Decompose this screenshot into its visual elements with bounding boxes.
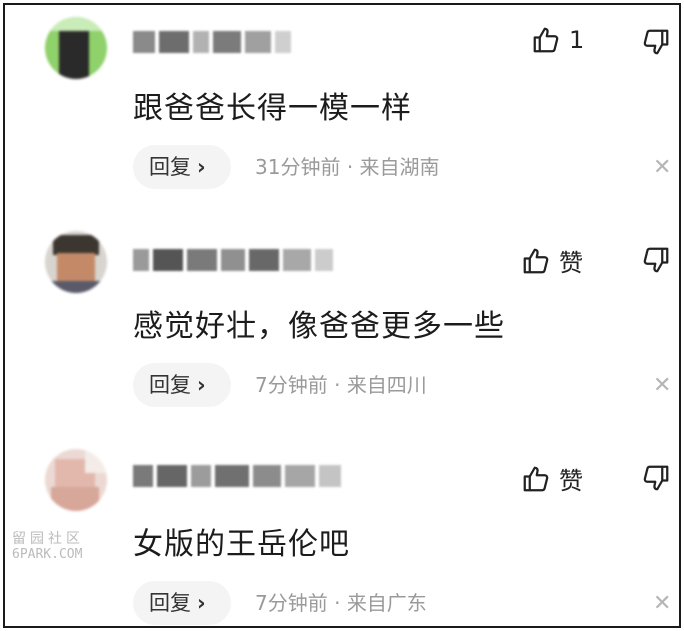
- comment-time: 7分钟前: [255, 373, 328, 397]
- thumbs-up-icon: [523, 466, 549, 491]
- comment-text: 跟爸爸长得一模一样: [133, 91, 412, 126]
- like-button[interactable]: 赞: [521, 461, 583, 496]
- reply-button[interactable]: 回复 ›: [133, 363, 231, 407]
- watermark-domain: 6PARK.COM: [12, 547, 83, 562]
- thumbs-down-icon: [643, 247, 669, 273]
- meta-separator: ·: [334, 373, 341, 397]
- meta-separator: ·: [346, 155, 354, 179]
- close-icon[interactable]: ✕: [653, 157, 671, 179]
- comment-location: 来自四川: [346, 373, 427, 397]
- thumbs-up-icon: [523, 248, 549, 273]
- avatar[interactable]: [45, 17, 107, 79]
- comment-meta: 31分钟前 · 来自湖南: [255, 145, 440, 189]
- like-button[interactable]: 1: [531, 25, 584, 55]
- comment-location: 来自湖南: [359, 155, 440, 179]
- username[interactable]: [133, 249, 333, 271]
- reply-button[interactable]: 回复 ›: [133, 581, 231, 625]
- avatar[interactable]: [45, 449, 107, 511]
- like-label: 赞: [559, 249, 583, 277]
- comment-time: 31分钟前: [255, 155, 341, 179]
- chevron-right-icon: ›: [197, 373, 206, 397]
- dislike-button[interactable]: [641, 27, 671, 57]
- like-count: 1: [569, 26, 585, 54]
- reply-label: 回复: [149, 591, 191, 615]
- reply-label: 回复: [149, 155, 191, 179]
- close-icon[interactable]: ✕: [653, 593, 671, 615]
- username[interactable]: [133, 465, 341, 487]
- dislike-button[interactable]: [641, 245, 671, 275]
- thumbs-up-icon: [533, 27, 559, 53]
- chevron-right-icon: ›: [197, 155, 206, 179]
- like-button[interactable]: 赞: [521, 243, 583, 278]
- thumbs-down-icon: [643, 465, 669, 491]
- comment-meta: 7分钟前 · 来自四川: [255, 363, 427, 407]
- comment-list: 1 跟爸爸长得一模一样 回复 › 31分钟前 · 来自湖南 ✕ 赞 感觉好壮，像…: [3, 3, 681, 628]
- username[interactable]: [133, 31, 291, 53]
- close-icon[interactable]: ✕: [653, 375, 671, 397]
- reply-label: 回复: [149, 373, 191, 397]
- comment-meta: 7分钟前 · 来自广东: [255, 581, 427, 625]
- comment-text: 感觉好壮，像爸爸更多一些: [133, 309, 505, 344]
- watermark-name: 留园社区: [12, 531, 84, 547]
- comment-time: 7分钟前: [255, 591, 328, 615]
- like-label: 赞: [559, 467, 583, 495]
- avatar[interactable]: [45, 231, 107, 293]
- meta-separator: ·: [334, 591, 341, 615]
- comment-text: 女版的王岳伦吧: [133, 527, 350, 562]
- site-watermark: 留园社区 6PARK.COM: [12, 531, 84, 563]
- reply-button[interactable]: 回复 ›: [133, 145, 231, 189]
- chevron-right-icon: ›: [197, 591, 206, 615]
- thumbs-down-icon: [643, 29, 669, 55]
- dislike-button[interactable]: [641, 463, 671, 493]
- comment-location: 来自广东: [346, 591, 427, 615]
